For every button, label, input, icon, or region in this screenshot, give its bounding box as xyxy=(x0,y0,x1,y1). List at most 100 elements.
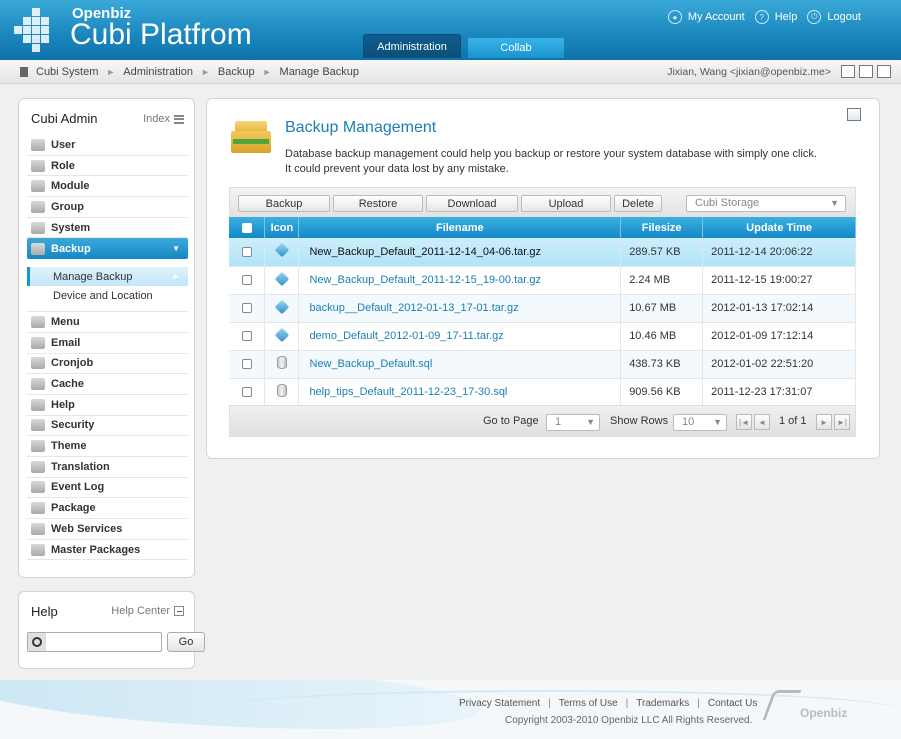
row-checkbox-cell xyxy=(229,266,266,295)
table-row[interactable]: New_Backup_Default_2011-12-15_19-00.tar.… xyxy=(229,266,856,295)
sidebar-item-translation[interactable]: Translation xyxy=(27,457,188,478)
sidebar-item-theme[interactable]: Theme xyxy=(27,436,188,457)
show-rows-select[interactable]: 10 ▼ xyxy=(673,414,727,431)
divider: | xyxy=(697,698,700,709)
logout-link[interactable]: ⏻ Logout xyxy=(807,10,861,24)
tab-collab[interactable]: Collab xyxy=(468,38,564,58)
row-checkbox[interactable] xyxy=(241,359,252,370)
sidebar-item-cronjob[interactable]: Cronjob xyxy=(27,354,188,375)
sidebar-item-help[interactable]: Help xyxy=(27,395,188,416)
select-all-checkbox[interactable] xyxy=(241,222,252,233)
filename-cell[interactable]: backup__Default_2012-01-13_17-01.tar.gz xyxy=(298,294,622,323)
delete-button[interactable]: Delete xyxy=(614,195,662,212)
row-checkbox[interactable] xyxy=(241,387,252,398)
update-time-cell: 2011-12-15 19:00:27 xyxy=(702,266,856,295)
page-description: Database backup management could help yo… xyxy=(285,147,845,177)
go-button[interactable]: Go xyxy=(167,632,205,652)
storage-select[interactable]: Cubi Storage ▼ xyxy=(686,195,846,212)
prev-page-icon[interactable]: ◄ xyxy=(754,414,770,430)
my-account-link[interactable]: ● My Account xyxy=(667,10,745,24)
table-row[interactable]: New_Backup_Default_2011-12-14_04-06.tar.… xyxy=(229,238,856,267)
divider: | xyxy=(625,698,629,709)
help-center-link[interactable]: Help Center xyxy=(111,605,184,617)
trademarks-link[interactable]: Trademarks xyxy=(636,698,689,709)
row-checkbox-cell xyxy=(229,322,266,351)
sidebar-item-label: System xyxy=(51,221,91,234)
sidebar-item-group[interactable]: Group xyxy=(27,197,188,218)
sidebar-item-event-log[interactable]: Event Log xyxy=(27,478,188,499)
database-icon xyxy=(276,356,287,369)
column-header-icon[interactable]: Icon xyxy=(264,217,300,238)
first-page-icon[interactable]: |◄ xyxy=(736,414,752,430)
package-icon xyxy=(274,327,290,342)
sidebar-item-web-services[interactable]: Web Services xyxy=(27,519,188,540)
table-row[interactable]: backup__Default_2012-01-13_17-01.tar.gz … xyxy=(229,294,856,323)
sidebar-index-link[interactable]: Index xyxy=(143,113,184,125)
clock-icon xyxy=(31,357,45,370)
sidebar-subitem-manage-backup[interactable]: Manage Backup ► xyxy=(27,267,188,287)
window-icon[interactable] xyxy=(859,65,873,78)
filename-cell[interactable]: demo_Default_2012-01-09_17-11.tar.gz xyxy=(298,322,622,351)
column-header-filesize[interactable]: Filesize xyxy=(620,217,704,238)
restore-button[interactable]: Restore xyxy=(333,195,423,212)
collapse-icon[interactable] xyxy=(174,606,184,616)
sidebar-subitem-device-location[interactable]: Device and Location xyxy=(27,286,188,305)
theme-icon xyxy=(31,440,45,453)
breadcrumb-item[interactable]: Administration xyxy=(123,66,193,78)
edit-panel-icon[interactable] xyxy=(847,108,861,121)
sidebar-item-email[interactable]: Email xyxy=(27,333,188,354)
edit-icon[interactable] xyxy=(841,65,855,78)
contact-link[interactable]: Contact Us xyxy=(708,698,757,709)
upload-button[interactable]: Upload xyxy=(521,195,611,212)
fullscreen-icon[interactable] xyxy=(877,65,891,78)
filename-cell[interactable]: New_Backup_Default_2011-12-14_04-06.tar.… xyxy=(298,238,622,267)
sidebar-item-backup[interactable]: Backup ▼ xyxy=(27,238,188,260)
table-row[interactable]: New_Backup_Default.sql 438.73 KB 2012-01… xyxy=(229,350,856,379)
breadcrumb-item[interactable]: Backup xyxy=(218,66,255,78)
sidebar-item-label: Help xyxy=(51,398,75,411)
gear-icon xyxy=(31,221,45,234)
breadcrumb-item[interactable]: Cubi System xyxy=(36,66,98,78)
breadcrumb-item[interactable]: Manage Backup xyxy=(280,66,360,78)
filename-cell[interactable]: New_Backup_Default.sql xyxy=(298,350,622,379)
column-header-filename[interactable]: Filename xyxy=(298,217,622,238)
help-search-input[interactable] xyxy=(48,634,158,650)
download-button[interactable]: Download xyxy=(426,195,518,212)
chevron-right-icon: ► xyxy=(262,67,272,77)
filename-cell[interactable]: help_tips_Default_2011-12-23_17-30.sql xyxy=(298,378,622,407)
table-row[interactable]: help_tips_Default_2011-12-23_17-30.sql 9… xyxy=(229,378,856,407)
row-checkbox[interactable] xyxy=(241,331,252,342)
sidebar-item-module[interactable]: Module xyxy=(27,176,188,198)
help-link[interactable]: ? Help xyxy=(754,10,797,24)
update-time-cell: 2011-12-14 20:06:22 xyxy=(702,238,856,267)
tab-administration[interactable]: Administration xyxy=(363,34,461,58)
privacy-link[interactable]: Privacy Statement xyxy=(459,698,540,709)
goto-page-select[interactable]: 1 ▼ xyxy=(546,414,600,431)
chevron-right-icon: ► xyxy=(106,67,116,77)
column-header-update-time[interactable]: Update Time xyxy=(702,217,856,238)
terms-link[interactable]: Terms of Use xyxy=(559,698,618,709)
sidebar-item-master-packages[interactable]: Master Packages xyxy=(27,540,188,561)
table-row[interactable]: demo_Default_2012-01-09_17-11.tar.gz 10.… xyxy=(229,322,856,351)
backup-button[interactable]: Backup xyxy=(238,195,330,212)
sidebar-item-security[interactable]: Security xyxy=(27,416,188,437)
last-page-icon[interactable]: ►| xyxy=(834,414,850,430)
main-panel: Backup Management Database backup manage… xyxy=(206,98,880,459)
next-page-icon[interactable]: ► xyxy=(816,414,832,430)
sidebar-item-package[interactable]: Package xyxy=(27,498,188,519)
sidebar-item-cache[interactable]: Cache xyxy=(27,374,188,395)
filesize-cell: 10.46 MB xyxy=(620,322,704,351)
row-checkbox[interactable] xyxy=(241,303,252,314)
row-checkbox[interactable] xyxy=(241,246,252,257)
sidebar-item-menu[interactable]: Menu xyxy=(27,312,188,333)
sidebar-item-role[interactable]: Role xyxy=(27,156,188,177)
row-icon-cell xyxy=(264,350,300,379)
sidebar-item-user[interactable]: User xyxy=(27,135,188,156)
sidebar-item-system[interactable]: System xyxy=(27,218,188,239)
chevron-down-icon: ▼ xyxy=(830,198,839,208)
module-icon xyxy=(31,180,45,193)
master-packages-icon xyxy=(31,543,45,556)
goto-page-label: Go to Page xyxy=(483,415,539,427)
filename-cell[interactable]: New_Backup_Default_2011-12-15_19-00.tar.… xyxy=(298,266,622,295)
row-checkbox[interactable] xyxy=(241,275,252,286)
